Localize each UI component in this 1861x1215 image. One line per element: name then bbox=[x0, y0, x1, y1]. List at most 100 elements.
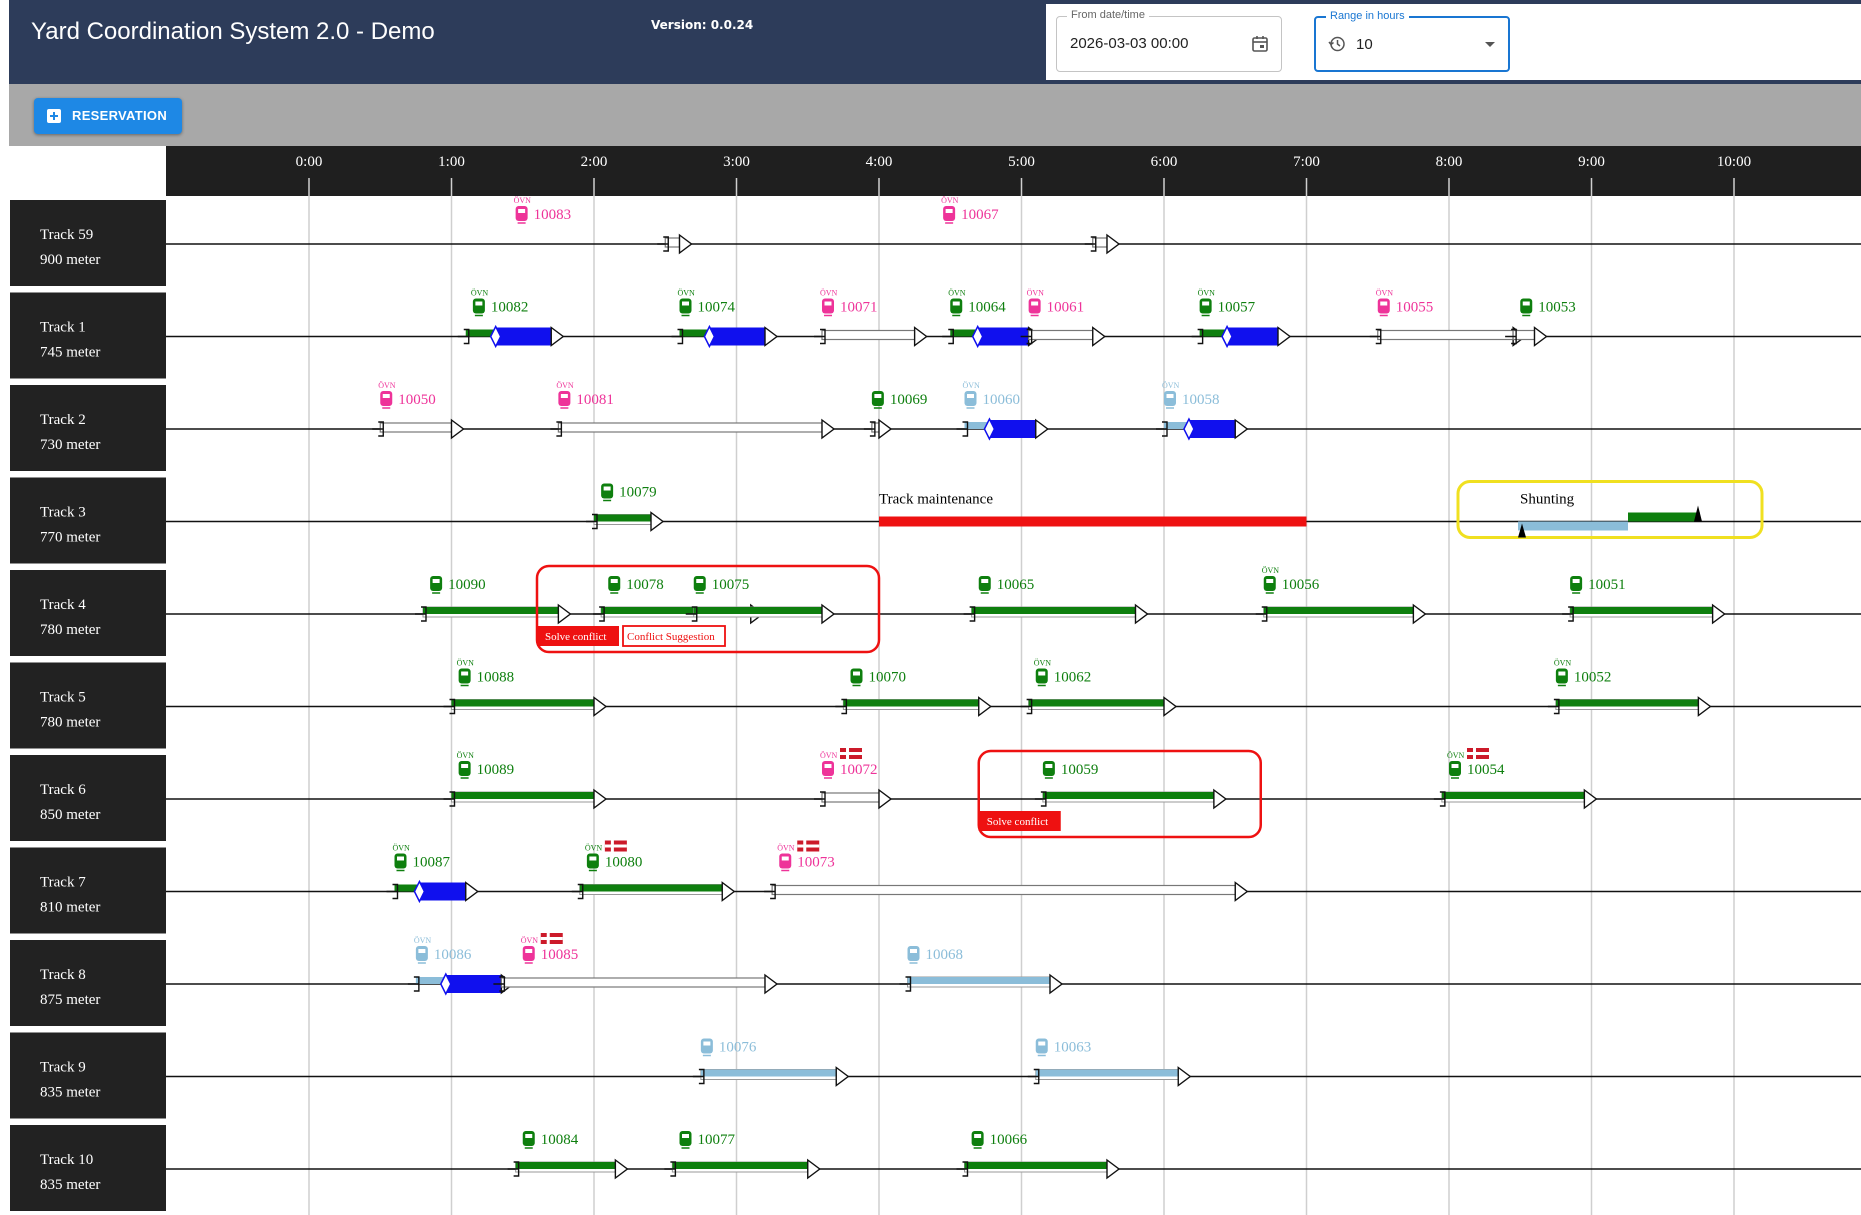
reservation-bar[interactable] bbox=[379, 422, 453, 433]
reservation-bar[interactable] bbox=[500, 977, 766, 988]
reservation-bar[interactable] bbox=[1092, 237, 1108, 248]
train-reservation[interactable]: ÖVN10074 bbox=[671, 289, 779, 349]
reservation-bar[interactable] bbox=[451, 699, 595, 707]
train-reservation[interactable]: 10066 bbox=[956, 1131, 1121, 1180]
reservation-bar[interactable] bbox=[821, 329, 916, 341]
reservation-bar[interactable] bbox=[964, 1162, 1108, 1169]
track-label-box[interactable] bbox=[10, 385, 166, 471]
reservation-bar[interactable] bbox=[445, 975, 502, 993]
train-reservation[interactable]: ÖVN10055 bbox=[1369, 289, 1527, 347]
reservation-bar[interactable] bbox=[821, 792, 880, 803]
train-reservation[interactable]: ÖVN10057 bbox=[1191, 289, 1292, 349]
range-hours-value[interactable]: 10 bbox=[1356, 36, 1373, 53]
train-reservation[interactable]: ÖVN10089 bbox=[443, 751, 608, 810]
track-label-box[interactable] bbox=[10, 847, 166, 934]
reservation-bar[interactable] bbox=[971, 607, 1136, 614]
train-reservation[interactable]: ÖVN10050 bbox=[372, 381, 465, 440]
reservation-bar[interactable] bbox=[579, 884, 723, 892]
train-reservation[interactable]: ÖVN10056 bbox=[1255, 566, 1427, 625]
reservation-bar[interactable] bbox=[664, 237, 681, 248]
reservation-bar[interactable] bbox=[700, 1069, 837, 1077]
range-hours-select[interactable]: Range in hours 10 bbox=[1314, 10, 1510, 72]
dropdown-arrow-icon[interactable] bbox=[1484, 41, 1496, 49]
reservation-bar[interactable] bbox=[1042, 792, 1214, 799]
reservation-bar[interactable] bbox=[515, 1162, 616, 1169]
track-label-box[interactable] bbox=[10, 940, 166, 1026]
train-reservation[interactable]: ÖVN10085 bbox=[493, 933, 779, 995]
reservation-bar[interactable] bbox=[1035, 1069, 1179, 1077]
train-reservation[interactable]: 10070 bbox=[835, 668, 992, 717]
reservation-bar[interactable] bbox=[594, 514, 651, 522]
reservation-bar[interactable] bbox=[419, 882, 466, 901]
train-icon bbox=[779, 853, 792, 872]
track-label-box[interactable] bbox=[10, 570, 166, 656]
train-reservation[interactable]: 10084 bbox=[507, 1131, 629, 1180]
reservation-bar[interactable] bbox=[693, 607, 822, 614]
train-reservation[interactable]: 10063 bbox=[1027, 1038, 1192, 1087]
train-reservation[interactable]: 10069 bbox=[863, 391, 928, 440]
reservation-bar[interactable] bbox=[709, 327, 765, 346]
track-row: Track 6850 meterÖVN10089ÖVN10072 10059ÖVN… bbox=[10, 748, 1861, 841]
danish-flag-icon bbox=[604, 840, 627, 852]
track-label-box[interactable] bbox=[10, 292, 166, 379]
reservation-bar[interactable] bbox=[1028, 699, 1164, 707]
train-reservation[interactable]: 10065 bbox=[963, 576, 1149, 625]
train-reservation[interactable]: 10076 bbox=[692, 1038, 850, 1087]
track-label-box[interactable] bbox=[10, 200, 166, 286]
reservation-bar[interactable] bbox=[1188, 420, 1236, 438]
train-number: 10083 bbox=[534, 207, 572, 223]
reservation-bar[interactable] bbox=[495, 327, 552, 346]
train-reservation[interactable]: ÖVN10080 bbox=[571, 840, 736, 902]
reservation-bar[interactable] bbox=[771, 884, 1236, 896]
train-reservation[interactable]: ÖVN10061 bbox=[1020, 289, 1106, 347]
train-reservation[interactable]: ÖVN10081 bbox=[550, 381, 836, 440]
reservation-bar[interactable] bbox=[1227, 327, 1278, 346]
reservation-bar[interactable] bbox=[1555, 699, 1699, 707]
track-label-box[interactable] bbox=[10, 1125, 166, 1211]
train-reservation[interactable]: ÖVN10086 bbox=[407, 936, 515, 996]
from-datetime-value[interactable]: 2026-03-03 00:00 bbox=[1070, 35, 1188, 52]
train-reservation[interactable]: 10051 bbox=[1562, 576, 1726, 625]
train-reservation[interactable]: ÖVN10088 bbox=[443, 659, 608, 717]
reservation-bar[interactable] bbox=[451, 792, 595, 799]
train-reservation[interactable]: ÖVN10062 bbox=[1020, 659, 1178, 717]
train-reservation[interactable]: ÖVN10071 bbox=[814, 289, 928, 347]
track-label-box[interactable] bbox=[10, 755, 166, 841]
train-reservation[interactable]: ÖVN10087 bbox=[386, 844, 479, 904]
train-reservation[interactable]: 10077 bbox=[664, 1131, 821, 1180]
train-reservation[interactable]: 10090 bbox=[415, 576, 572, 625]
train-reservation[interactable]: 10068 bbox=[899, 946, 1064, 995]
reservation-bar[interactable] bbox=[1377, 329, 1514, 341]
reservation-bar[interactable] bbox=[557, 422, 823, 433]
train-icon bbox=[850, 668, 863, 687]
maintenance-bar[interactable] bbox=[879, 516, 1307, 527]
train-reservation[interactable]: ÖVN10058 bbox=[1156, 381, 1249, 441]
train-reservation[interactable]: ÖVN10060 bbox=[956, 381, 1049, 441]
train-reservation[interactable]: 10059 bbox=[1034, 761, 1228, 810]
reservation-bar[interactable] bbox=[843, 699, 979, 707]
reservation-bar[interactable] bbox=[1570, 607, 1713, 614]
train-number: 10066 bbox=[990, 1132, 1028, 1148]
train-reservation[interactable]: 10075 bbox=[685, 576, 836, 625]
track-label-box[interactable] bbox=[10, 477, 166, 564]
train-reservation[interactable]: ÖVN10052 bbox=[1547, 659, 1712, 717]
train-reservation[interactable]: ÖVN10082 bbox=[457, 289, 565, 349]
from-datetime-field[interactable]: From date/time 2026-03-03 00:00 bbox=[1056, 9, 1282, 72]
reservation-bar[interactable] bbox=[989, 420, 1036, 438]
reservation-bar[interactable] bbox=[1263, 607, 1414, 614]
train-reservation[interactable]: ÖVN10054 bbox=[1433, 748, 1598, 810]
reservation-bar[interactable] bbox=[672, 1162, 808, 1169]
reservation-bar[interactable] bbox=[1441, 792, 1585, 799]
train-reservation[interactable]: 10053 bbox=[1505, 298, 1576, 347]
reservation-bar[interactable] bbox=[1028, 329, 1094, 341]
track-name: Track 8 bbox=[40, 967, 86, 983]
train-reservation[interactable]: ÖVN10073 bbox=[764, 840, 1249, 902]
end-arrow-icon bbox=[1234, 418, 1249, 440]
track-label-box[interactable] bbox=[10, 662, 166, 749]
track-label-box[interactable] bbox=[10, 1032, 166, 1119]
calendar-icon[interactable] bbox=[1251, 35, 1269, 53]
train-icon bbox=[964, 391, 977, 409]
train-reservation[interactable]: 10079 bbox=[586, 483, 665, 532]
reservation-bar[interactable] bbox=[907, 977, 1051, 984]
add-reservation-button[interactable]: RESERVATION bbox=[34, 98, 182, 134]
